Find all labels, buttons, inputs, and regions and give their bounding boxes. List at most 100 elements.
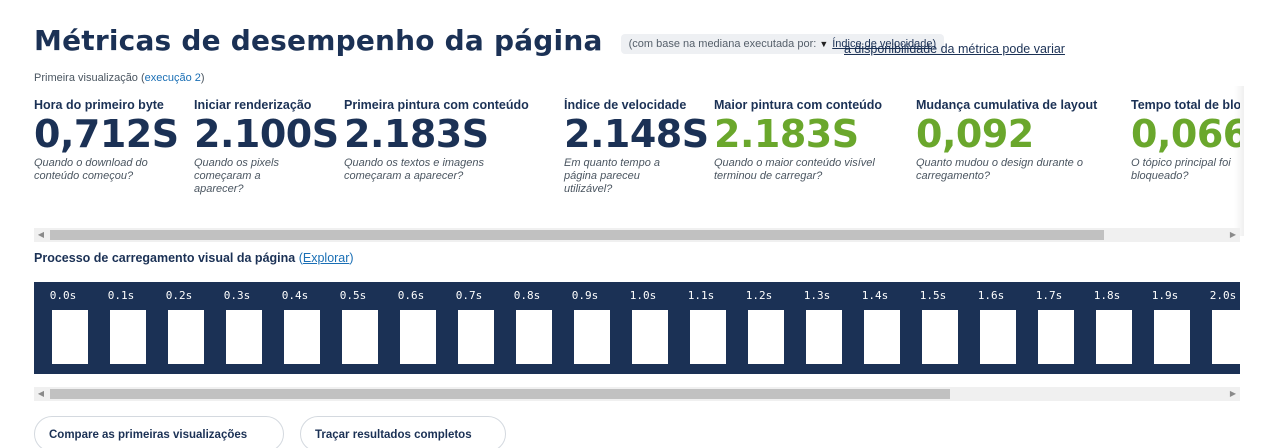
metric-label: Iniciar renderização bbox=[194, 98, 312, 112]
frame-thumbnail[interactable] bbox=[690, 310, 726, 364]
frame-thumbnail[interactable] bbox=[52, 310, 88, 364]
frame-time-label: 1.3s bbox=[803, 289, 831, 302]
frame-time-label: 2.0s bbox=[1209, 289, 1237, 302]
metric-description: Quando os pixels começaram a aparecer? bbox=[194, 157, 279, 195]
filmstrip-frame[interactable]: 1.1s bbox=[672, 282, 730, 374]
frame-thumbnail[interactable] bbox=[922, 310, 958, 364]
scroll-right-arrow-icon[interactable]: ▶ bbox=[1226, 387, 1240, 401]
frame-time-label: 1.0s bbox=[629, 289, 657, 302]
frame-time-label: 0.3s bbox=[223, 289, 251, 302]
metric-description: Quando o maior conteúdo visível terminou… bbox=[714, 157, 875, 182]
frame-time-label: 0.9s bbox=[571, 289, 599, 302]
frame-thumbnail[interactable] bbox=[748, 310, 784, 364]
metric-speed-index: Índice de velocidade 2.148S Em quanto te… bbox=[564, 98, 709, 196]
availability-note[interactable]: a disponibilidade da métrica pode variar bbox=[844, 42, 1065, 56]
frame-time-label: 0.1s bbox=[107, 289, 135, 302]
frame-thumbnail[interactable] bbox=[980, 310, 1016, 364]
frame-thumbnail[interactable] bbox=[110, 310, 146, 364]
filmstrip: 0.0s 0.1s 0.2s 0.3s 0.4s 0.5s 0.6s 0.7s 0.8s 0.9s… bbox=[34, 282, 1240, 374]
visual-progress-label: Processo de carregamento visual da págin… bbox=[34, 251, 296, 265]
filmstrip-frame[interactable]: 0.6s bbox=[382, 282, 440, 374]
frame-time-label: 1.9s bbox=[1151, 289, 1179, 302]
filmstrip-frame[interactable]: 0.9s bbox=[556, 282, 614, 374]
filmstrip-frame[interactable]: 0.8s bbox=[498, 282, 556, 374]
metric-label: Tempo total de bloqueio bbox=[1131, 98, 1240, 112]
first-view-suffix: ) bbox=[200, 72, 205, 84]
metric-label: Índice de velocidade bbox=[564, 98, 687, 112]
frame-thumbnail[interactable] bbox=[1096, 310, 1132, 364]
first-view-label: Primeira visualização (execução 2) bbox=[34, 72, 205, 84]
scroll-fade-shadow bbox=[1234, 86, 1244, 236]
frame-time-label: 0.8s bbox=[513, 289, 541, 302]
explore-close-paren: ) bbox=[349, 251, 354, 265]
filmstrip-frame[interactable]: 0.0s bbox=[34, 282, 92, 374]
frame-thumbnail[interactable] bbox=[806, 310, 842, 364]
filmstrip-frame[interactable]: 0.5s bbox=[324, 282, 382, 374]
frame-thumbnail[interactable] bbox=[1154, 310, 1190, 364]
metric-lcp: Maior pintura com conteúdo 2.183S Quando… bbox=[714, 98, 894, 183]
filmstrip-frame[interactable]: 2.0s bbox=[1194, 282, 1240, 374]
run-link[interactable]: execução 2 bbox=[145, 72, 201, 84]
frame-thumbnail[interactable] bbox=[400, 310, 436, 364]
frame-time-label: 0.4s bbox=[281, 289, 309, 302]
filmstrip-frame[interactable]: 0.1s bbox=[92, 282, 150, 374]
frame-time-label: 0.7s bbox=[455, 289, 483, 302]
frame-thumbnail[interactable] bbox=[284, 310, 320, 364]
frame-time-label: 1.4s bbox=[861, 289, 889, 302]
frame-thumbnail[interactable] bbox=[168, 310, 204, 364]
scroll-right-arrow-icon[interactable]: ▶ bbox=[1226, 228, 1240, 242]
visual-progress-title: Processo de carregamento visual da págin… bbox=[34, 251, 354, 265]
filmstrip-frame[interactable]: 1.7s bbox=[1020, 282, 1078, 374]
frame-time-label: 0.2s bbox=[165, 289, 193, 302]
filmstrip-frame[interactable]: 1.5s bbox=[904, 282, 962, 374]
scroll-left-arrow-icon[interactable]: ◀ bbox=[34, 228, 48, 242]
metric-label: Hora do primeiro byte bbox=[34, 98, 164, 112]
frame-thumbnail[interactable] bbox=[632, 310, 668, 364]
metric-fcp: Primeira pintura com conteúdo 2.183S Qua… bbox=[344, 98, 534, 183]
explore-wrapper: (Explorar) bbox=[299, 251, 354, 265]
metric-description: Quanto mudou o design durante o carregam… bbox=[916, 157, 1083, 182]
metric-value: 2.100S bbox=[194, 112, 339, 156]
frame-time-label: 1.8s bbox=[1093, 289, 1121, 302]
filmstrip-frame[interactable]: 1.4s bbox=[846, 282, 904, 374]
filmstrip-horizontal-scrollbar[interactable]: ◀ ▶ bbox=[34, 387, 1240, 401]
metric-tbt: Tempo total de bloqueio 0,066S O tópico … bbox=[1131, 98, 1240, 183]
scroll-left-arrow-icon[interactable]: ◀ bbox=[34, 387, 48, 401]
frame-thumbnail[interactable] bbox=[1038, 310, 1074, 364]
compare-first-views-button[interactable]: Compare as primeiras visualizações bbox=[34, 416, 284, 448]
page-title: Métricas de desempenho da página bbox=[34, 24, 603, 57]
frame-thumbnail[interactable] bbox=[1212, 310, 1240, 364]
frame-time-label: 0.6s bbox=[397, 289, 425, 302]
filmstrip-frame[interactable]: 0.3s bbox=[208, 282, 266, 374]
frame-thumbnail[interactable] bbox=[516, 310, 552, 364]
frame-thumbnail[interactable] bbox=[574, 310, 610, 364]
frame-thumbnail[interactable] bbox=[458, 310, 494, 364]
plot-full-results-button[interactable]: Traçar resultados completos bbox=[300, 416, 506, 448]
scrollbar-thumb[interactable] bbox=[50, 230, 1104, 240]
frame-time-label: 0.5s bbox=[339, 289, 367, 302]
frame-thumbnail[interactable] bbox=[864, 310, 900, 364]
caret-down-icon[interactable]: ▼ bbox=[819, 39, 828, 49]
filmstrip-frame[interactable]: 1.0s bbox=[614, 282, 672, 374]
metric-description: Quando os textos e imagens começaram a a… bbox=[344, 157, 485, 182]
filmstrip-frame[interactable]: 1.8s bbox=[1078, 282, 1136, 374]
metrics-horizontal-scrollbar[interactable]: ◀ ▶ bbox=[34, 228, 1240, 242]
filmstrip-frame[interactable]: 1.2s bbox=[730, 282, 788, 374]
frame-time-label: 1.7s bbox=[1035, 289, 1063, 302]
filmstrip-frame[interactable]: 0.7s bbox=[440, 282, 498, 374]
metric-value: 2.183S bbox=[344, 112, 489, 156]
filmstrip-frame[interactable]: 0.2s bbox=[150, 282, 208, 374]
filmstrip-frame[interactable]: 1.6s bbox=[962, 282, 1020, 374]
title-row: Métricas de desempenho da página (com ba… bbox=[34, 24, 945, 57]
frame-thumbnail[interactable] bbox=[226, 310, 262, 364]
filmstrip-frame[interactable]: 1.3s bbox=[788, 282, 846, 374]
explore-link[interactable]: Explorar bbox=[303, 251, 350, 265]
filmstrip-frame[interactable]: 0.4s bbox=[266, 282, 324, 374]
metric-cls: Mudança cumulativa de layout 0,092 Quant… bbox=[916, 98, 1126, 183]
frame-thumbnail[interactable] bbox=[342, 310, 378, 364]
metric-label: Maior pintura com conteúdo bbox=[714, 98, 883, 112]
scrollbar-thumb[interactable] bbox=[50, 389, 950, 399]
filmstrip-frame[interactable]: 1.9s bbox=[1136, 282, 1194, 374]
metric-label: Mudança cumulativa de layout bbox=[916, 98, 1098, 112]
availability-text: a disponibilidade da métrica pode variar bbox=[844, 42, 1065, 56]
